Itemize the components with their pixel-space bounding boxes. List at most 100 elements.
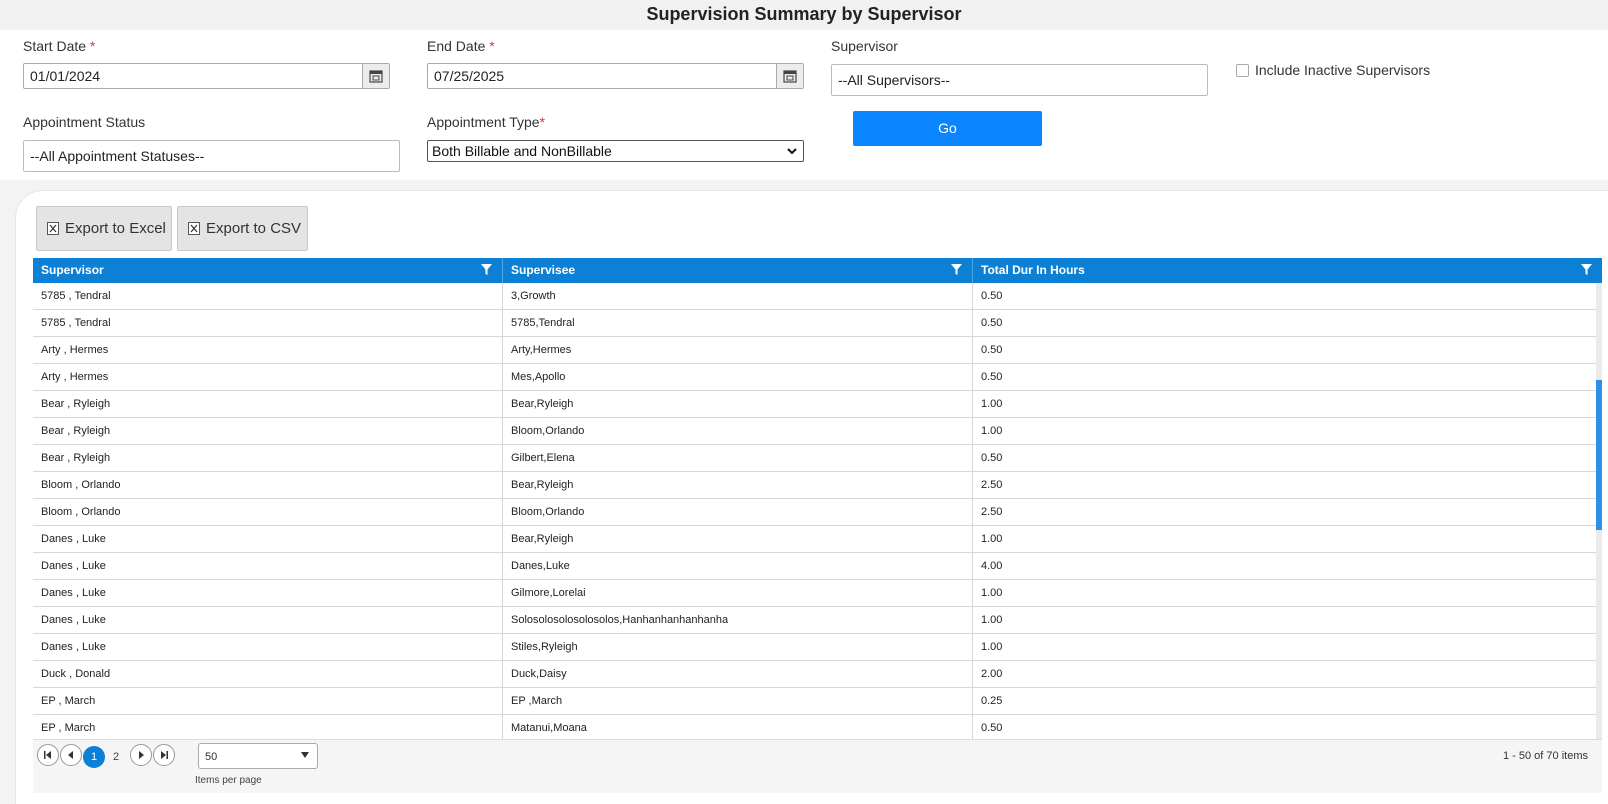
cell-supervisee: Bear,Ryleigh xyxy=(503,391,973,418)
items-count: 1 - 50 of 70 items xyxy=(1503,750,1588,762)
table-row[interactable]: Danes , Luke Gilmore,Lorelai 1.00 xyxy=(33,580,1596,607)
cell-total-duration: 0.50 xyxy=(981,722,1003,734)
cell-total-duration: 0.50 xyxy=(981,290,1003,302)
go-button[interactable]: Go xyxy=(853,111,1042,146)
cell-supervisor: Danes , Luke xyxy=(33,553,503,580)
grid-body: 5785 , Tendral 3,Growth 0.50 5785 , Tendral… xyxy=(33,283,1602,739)
cell-supervisor: Bloom , Orlando xyxy=(33,499,503,526)
cell-supervisee: Bloom,Orlando xyxy=(503,499,973,526)
column-header-total-duration[interactable]: Total Dur In Hours xyxy=(973,258,1602,283)
table-row[interactable]: Danes , Luke Solosolosolosolosolos,Hanhan… xyxy=(33,607,1596,634)
last-page-button[interactable] xyxy=(153,744,175,766)
column-header-supervisor[interactable]: Supervisor xyxy=(33,258,503,283)
csv-file-icon xyxy=(188,222,200,235)
export-csv-button[interactable]: Export to CSV xyxy=(177,206,308,251)
prev-page-icon xyxy=(68,751,73,759)
scrollbar-thumb[interactable] xyxy=(1596,380,1602,530)
cell-supervisor: Arty , Hermes xyxy=(33,337,503,364)
table-row[interactable]: Danes , Luke Danes,Luke 4.00 xyxy=(33,553,1596,580)
appointment-status-label: Appointment Status xyxy=(23,114,146,130)
cell-supervisor: EP , March xyxy=(33,715,503,739)
table-row[interactable]: Bloom , Orlando Bloom,Orlando 2.50 xyxy=(33,499,1596,526)
first-page-icon xyxy=(44,751,51,759)
export-excel-label: Export to Excel xyxy=(65,220,166,237)
table-row[interactable]: Bear , Ryleigh Gilbert,Elena 0.50 xyxy=(33,445,1596,472)
table-row[interactable]: Duck , Donald Duck,Daisy 2.00 xyxy=(33,661,1596,688)
first-page-button[interactable] xyxy=(37,744,59,766)
prev-page-button[interactable] xyxy=(60,744,82,766)
cell-total-duration: 0.50 xyxy=(981,344,1003,356)
cell-supervisor: 5785 , Tendral xyxy=(33,310,503,337)
cell-supervisor: Danes , Luke xyxy=(33,607,503,634)
cell-supervisee: Matanui,Moana xyxy=(503,715,973,739)
table-row[interactable]: EP , March Matanui,Moana 0.50 xyxy=(33,715,1596,739)
filter-icon[interactable] xyxy=(1581,264,1592,276)
cell-supervisee: Bloom,Orlando xyxy=(503,418,973,445)
cell-supervisee: Bear,Ryleigh xyxy=(503,526,973,553)
start-date-field[interactable]: 01/01/2024 xyxy=(23,63,390,89)
cell-total-duration: 1.00 xyxy=(981,398,1003,410)
cell-supervisor: EP , March xyxy=(33,688,503,715)
page-button-2[interactable]: 2 xyxy=(105,746,127,768)
cell-supervisee: 5785,Tendral xyxy=(503,310,973,337)
cell-supervisee: 3,Growth xyxy=(503,283,973,310)
cell-total-duration: 4.00 xyxy=(981,560,1003,572)
cell-total-duration: 0.25 xyxy=(981,695,1003,707)
filter-icon[interactable] xyxy=(951,264,962,276)
cell-total-duration: 1.00 xyxy=(981,587,1003,599)
export-csv-label: Export to CSV xyxy=(206,220,302,237)
cell-supervisee: Stiles,Ryleigh xyxy=(503,634,973,661)
appointment-status-select[interactable]: --All Appointment Statuses-- xyxy=(23,140,400,172)
table-row[interactable]: Bloom , Orlando Bear,Ryleigh 2.50 xyxy=(33,472,1596,499)
cell-total-duration: 1.00 xyxy=(981,425,1003,437)
vertical-scrollbar[interactable] xyxy=(1596,283,1602,739)
cell-total-duration: 0.50 xyxy=(981,452,1003,464)
cell-supervisee: EP ,March xyxy=(503,688,973,715)
end-date-field[interactable]: 07/25/2025 xyxy=(427,63,804,89)
cell-supervisee: Bear,Ryleigh xyxy=(503,472,973,499)
last-page-icon xyxy=(161,751,168,759)
export-excel-button[interactable]: Export to Excel xyxy=(36,206,172,251)
cell-supervisor: Bear , Ryleigh xyxy=(33,418,503,445)
cell-total-duration: 2.00 xyxy=(981,668,1003,680)
filter-icon[interactable] xyxy=(481,264,492,276)
page-size-select[interactable]: 50 xyxy=(198,743,318,769)
table-row[interactable]: EP , March EP ,March 0.25 xyxy=(33,688,1596,715)
cell-supervisor: Bloom , Orlando xyxy=(33,472,503,499)
next-page-button[interactable] xyxy=(130,744,152,766)
grid-header: Supervisor Supervisee Total Dur In Hours xyxy=(33,258,1602,283)
start-date-label: Start Date * xyxy=(23,38,96,54)
include-inactive-checkbox[interactable] xyxy=(1236,64,1249,77)
cell-supervisee: Mes,Apollo xyxy=(503,364,973,391)
appointment-type-label: Appointment Type* xyxy=(427,114,546,130)
cell-supervisee: Arty,Hermes xyxy=(503,337,973,364)
pager: 1 2 50 Items per page 1 - 50 of 70 items xyxy=(33,739,1602,793)
end-date-label: End Date * xyxy=(427,38,495,54)
supervisor-select[interactable]: --All Supervisors-- xyxy=(831,64,1208,96)
calendar-icon[interactable] xyxy=(362,64,389,88)
page-title: Supervision Summary by Supervisor xyxy=(0,0,1608,30)
cell-supervisor: Bear , Ryleigh xyxy=(33,445,503,472)
table-row[interactable]: 5785 , Tendral 5785,Tendral 0.50 xyxy=(33,310,1596,337)
cell-total-duration: 2.50 xyxy=(981,479,1003,491)
cell-supervisee: Solosolosolosolosolos,Hanhanhanhanhanha xyxy=(503,607,973,634)
cell-supervisee: Gilmore,Lorelai xyxy=(503,580,973,607)
table-row[interactable]: Danes , Luke Bear,Ryleigh 1.00 xyxy=(33,526,1596,553)
items-per-page-label: Items per page xyxy=(195,775,262,786)
cell-supervisor: Danes , Luke xyxy=(33,526,503,553)
table-row[interactable]: Bear , Ryleigh Bear,Ryleigh 1.00 xyxy=(33,391,1596,418)
calendar-icon[interactable] xyxy=(776,64,803,88)
cell-supervisor: Duck , Donald xyxy=(33,661,503,688)
cell-supervisor: 5785 , Tendral xyxy=(33,283,503,310)
table-row[interactable]: Danes , Luke Stiles,Ryleigh 1.00 xyxy=(33,634,1596,661)
table-row[interactable]: 5785 , Tendral 3,Growth 0.50 xyxy=(33,283,1596,310)
appointment-type-select[interactable]: Both Billable and NonBillable xyxy=(427,140,804,162)
cell-supervisor: Danes , Luke xyxy=(33,634,503,661)
column-header-supervisee[interactable]: Supervisee xyxy=(503,258,973,283)
table-row[interactable]: Arty , Hermes Arty,Hermes 0.50 xyxy=(33,337,1596,364)
cell-total-duration: 1.00 xyxy=(981,641,1003,653)
table-row[interactable]: Arty , Hermes Mes,Apollo 0.50 xyxy=(33,364,1596,391)
page-button-1[interactable]: 1 xyxy=(83,746,105,768)
table-row[interactable]: Bear , Ryleigh Bloom,Orlando 1.00 xyxy=(33,418,1596,445)
cell-total-duration: 0.50 xyxy=(981,371,1003,383)
